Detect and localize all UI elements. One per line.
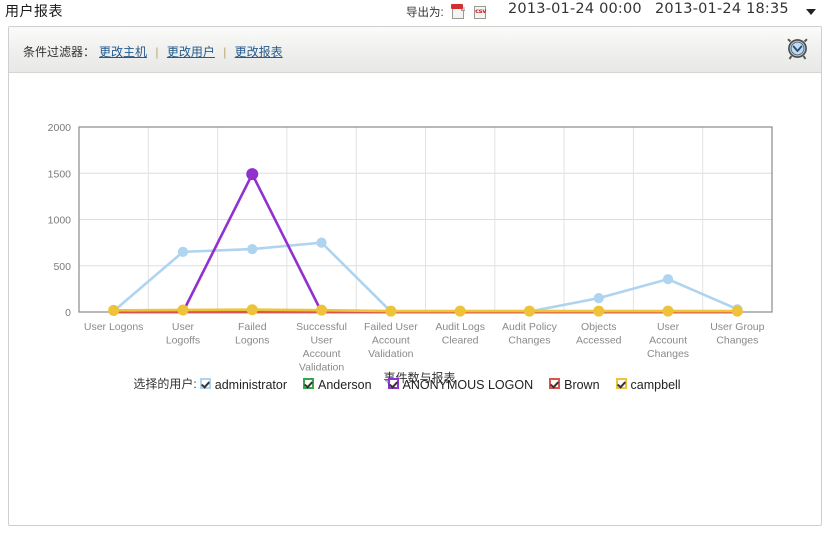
svg-text:Failed: Failed [238, 321, 267, 333]
data-point[interactable] [177, 246, 189, 257]
svg-text:Accessed: Accessed [576, 335, 622, 347]
legend-item-brown[interactable]: Brown [549, 377, 600, 393]
legend-item-anonymous-logon[interactable]: ANONYMOUS LOGON [387, 377, 534, 393]
date-range-to[interactable]: 2013-01-24 18:35 [655, 1, 789, 17]
data-point[interactable] [108, 304, 120, 316]
data-point[interactable] [177, 304, 189, 316]
data-point[interactable] [454, 305, 466, 317]
data-point[interactable] [385, 305, 397, 317]
svg-text:User Logons: User Logons [84, 321, 144, 333]
data-point[interactable] [593, 305, 605, 317]
date-range-from[interactable]: 2013-01-24 00:00 [508, 1, 642, 17]
x-axis-label: Failed Logons [235, 321, 269, 347]
data-point[interactable] [523, 305, 535, 317]
clock-icon[interactable] [786, 37, 809, 61]
legend-label: ANONYMOUS LOGON [402, 378, 534, 393]
svg-text:Validation: Validation [368, 348, 413, 360]
report-panel: 条件过滤器： 更改主机 | 更改用户 | 更改报表 0 500 1000 150… [8, 26, 822, 526]
chart-container: 0 500 1000 1500 2000 User Logons User Logoffs Fa… [9, 74, 821, 424]
filter-separator-1: | [155, 45, 159, 59]
legend-checkbox[interactable] [615, 378, 627, 390]
svg-text:User: User [657, 321, 680, 333]
csv-export-icon[interactable]: csv [473, 4, 488, 20]
line-chart: 0 500 1000 1500 2000 User Logons User Logoffs Fa… [48, 122, 773, 385]
svg-text:User Group: User Group [710, 321, 764, 333]
x-axis-label: User Logoffs [166, 321, 200, 347]
svg-text:User: User [310, 335, 333, 347]
svg-text:Changes: Changes [508, 335, 550, 347]
data-point[interactable] [593, 293, 604, 304]
filter-label: 条件过滤器： [23, 45, 96, 59]
y-tick-label: 2000 [48, 122, 72, 134]
svg-text:Account: Account [303, 348, 341, 360]
data-point[interactable] [246, 304, 258, 316]
export-controls: 导出为: csv [406, 4, 488, 20]
legend-item-campbell[interactable]: campbell [615, 377, 681, 393]
series-line-campbell [112, 308, 739, 313]
change-user-link[interactable]: 更改用户 [167, 45, 215, 59]
svg-text:Changes: Changes [716, 335, 758, 347]
filter-links: 更改主机 | 更改用户 | 更改报表 [99, 43, 283, 60]
svg-text:Account: Account [372, 335, 410, 347]
svg-text:Objects: Objects [581, 321, 617, 333]
filter-separator-2: | [223, 45, 227, 59]
data-point[interactable] [662, 274, 674, 285]
legend-item-administrator[interactable]: administrator [199, 377, 288, 393]
svg-text:Validation: Validation [299, 362, 344, 374]
report-page: 用户报表 导出为: csv 2013-01-24 00:00 2013-01-2… [0, 0, 829, 534]
y-tick-label: 1500 [48, 168, 72, 180]
data-point[interactable] [662, 305, 674, 317]
y-tick-label: 1000 [48, 215, 72, 227]
pdf-export-icon[interactable] [450, 4, 466, 20]
data-point[interactable] [246, 168, 259, 181]
x-axis-label: Audit Logs Cleared [435, 321, 485, 347]
export-label: 导出为: [406, 7, 444, 19]
filter-bar: 条件过滤器： 更改主机 | 更改用户 | 更改报表 [9, 27, 821, 73]
change-host-link[interactable]: 更改主机 [99, 45, 147, 59]
data-point[interactable] [247, 244, 258, 255]
x-axis-label: User Group Changes [710, 321, 764, 347]
svg-text:Logoffs: Logoffs [166, 335, 200, 347]
legend-title: 选择的用户: [133, 377, 197, 391]
x-axis-label: User Logons [84, 321, 144, 333]
chart-legend: 选择的用户: administrator Anderson ANONYMOUS LOG… [9, 375, 821, 392]
svg-text:Account: Account [649, 335, 687, 347]
data-point[interactable] [316, 237, 327, 248]
svg-text:Failed User: Failed User [364, 321, 418, 333]
data-point[interactable] [316, 304, 328, 316]
x-axis-label: Failed User AccountValidation [364, 321, 418, 360]
caret-down-icon[interactable] [806, 9, 816, 15]
svg-text:Changes: Changes [647, 348, 689, 360]
svg-text:Audit Policy: Audit Policy [502, 321, 558, 333]
legend-checkbox[interactable] [199, 378, 211, 390]
x-axis-label: Successful UserAccount Validation [296, 321, 347, 374]
legend-label: campbell [630, 378, 681, 393]
y-tick-label: 0 [65, 307, 71, 319]
svg-text:Cleared: Cleared [442, 335, 479, 347]
legend-label: Brown [564, 378, 600, 393]
change-report-link[interactable]: 更改报表 [235, 45, 283, 59]
page-title: 用户报表 [5, 3, 63, 19]
x-axis-label: Objects Accessed [576, 321, 622, 347]
svg-text:Audit Logs: Audit Logs [435, 321, 485, 333]
data-point[interactable] [731, 305, 743, 317]
x-axis-label: Audit Policy Changes [502, 321, 558, 347]
legend-label: Anderson [318, 378, 372, 393]
y-tick-label: 500 [53, 261, 71, 273]
top-header-bar: 用户报表 导出为: csv 2013-01-24 00:00 2013-01-2… [0, 0, 829, 24]
legend-checkbox[interactable] [303, 378, 315, 390]
legend-checkbox[interactable] [549, 378, 561, 390]
legend-item-anderson[interactable]: Anderson [303, 377, 372, 392]
svg-text:Successful: Successful [296, 321, 347, 333]
legend-label: administrator [214, 378, 288, 393]
legend-checkbox[interactable] [387, 378, 399, 390]
svg-text:Logons: Logons [235, 335, 269, 347]
svg-text:User: User [172, 321, 195, 333]
x-axis-label: User AccountChanges [647, 321, 689, 360]
